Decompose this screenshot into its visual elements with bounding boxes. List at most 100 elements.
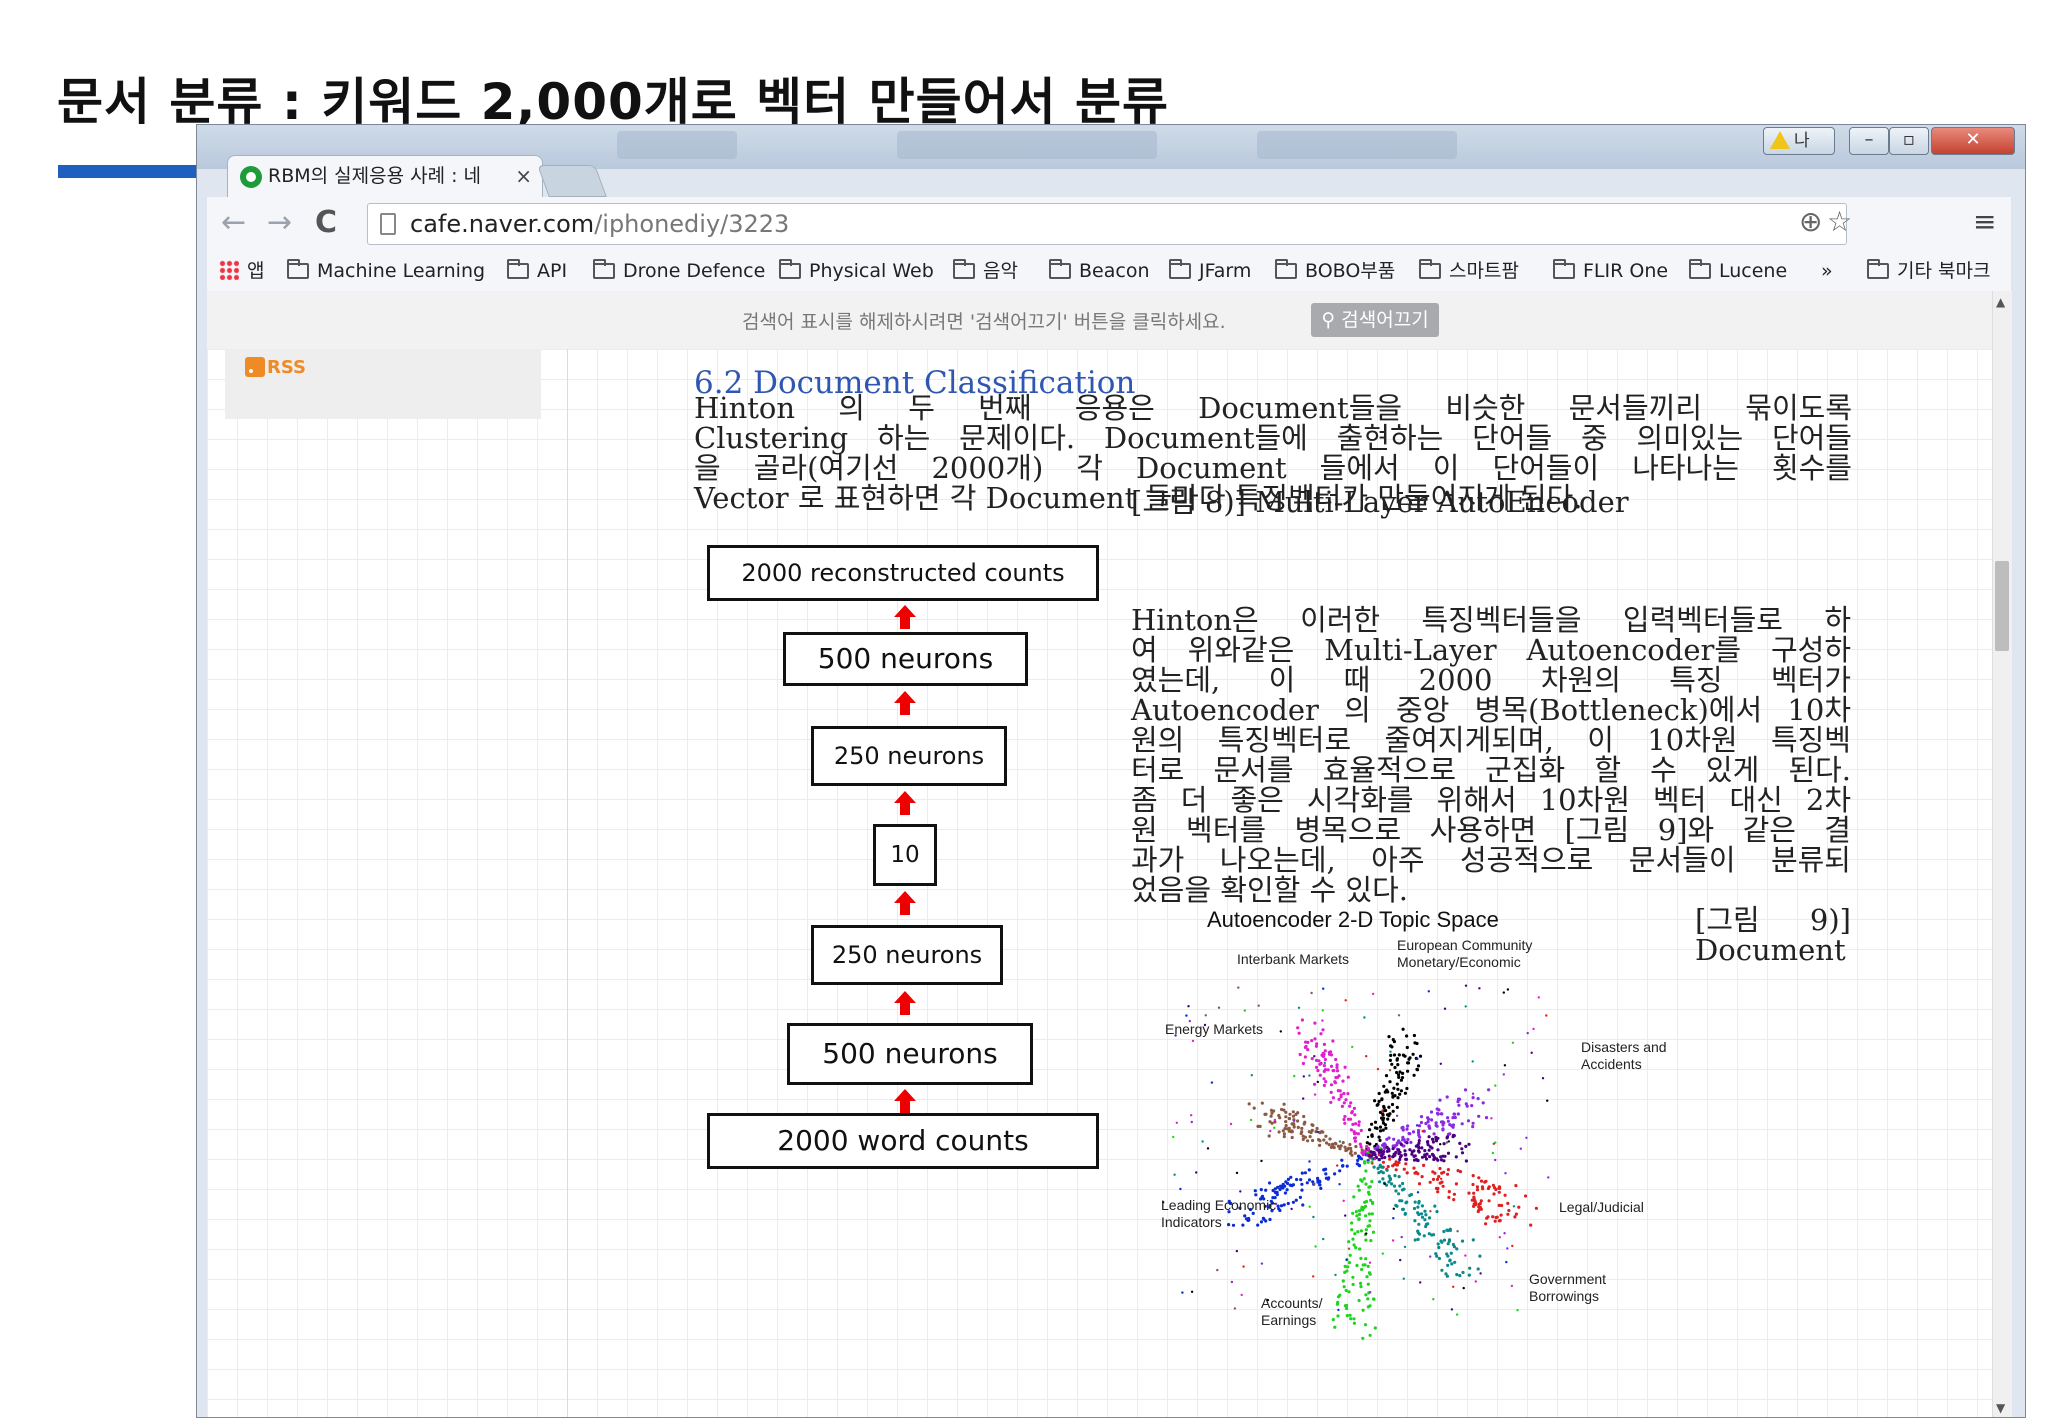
reload-icon[interactable]: C bbox=[315, 205, 337, 240]
bookmark-item[interactable]: JFarm bbox=[1169, 257, 1251, 285]
scatter-point bbox=[1303, 1045, 1307, 1049]
scatter-point bbox=[1403, 1245, 1407, 1249]
back-arrow-icon[interactable]: ← bbox=[221, 205, 246, 240]
search-off-button[interactable]: ⚲ 검색어끄기 bbox=[1311, 303, 1439, 337]
scatter-point bbox=[1420, 1175, 1424, 1179]
scatter-point bbox=[1468, 1266, 1472, 1270]
bookmark-item[interactable]: Beacon bbox=[1049, 257, 1149, 285]
bookmark-item[interactable]: Lucene bbox=[1689, 257, 1787, 285]
scatter-point bbox=[1504, 1172, 1507, 1175]
bookmarks-bar: 앱 Machine Learning API Drone Defence Phy… bbox=[207, 251, 2011, 292]
scatter-point bbox=[1439, 1177, 1443, 1180]
scatter-point bbox=[1447, 1195, 1451, 1199]
scatter-point bbox=[1423, 1149, 1427, 1153]
scatter-point bbox=[1319, 1186, 1323, 1190]
scatter-point bbox=[1362, 1177, 1366, 1181]
scatter-point bbox=[1359, 1281, 1363, 1285]
scroll-up-icon[interactable]: ▲ bbox=[1996, 295, 2005, 309]
scatter-point bbox=[1264, 1112, 1268, 1116]
maximize-button[interactable]: ▫ bbox=[1889, 127, 1929, 155]
close-window-button[interactable]: ✕ bbox=[1931, 127, 2015, 155]
text-line: Clustering 하는 문제이다. Document들에 출현하는 단어들 … bbox=[694, 421, 1852, 455]
scatter-point bbox=[1415, 1158, 1420, 1162]
bookmark-item[interactable]: Physical Web bbox=[779, 257, 934, 285]
apps-grid-icon bbox=[219, 260, 239, 280]
scatter-point bbox=[1365, 1275, 1369, 1279]
bookmark-item[interactable]: 스마트팜 bbox=[1419, 257, 1519, 285]
scatter-point bbox=[1273, 1126, 1276, 1129]
scatter-point bbox=[1393, 1144, 1397, 1148]
folder-icon bbox=[779, 259, 801, 279]
text-line: Hinton은 이러한 특징벡터들을 입력벡터들로 하 bbox=[1131, 603, 1851, 637]
scatter-point bbox=[1324, 1172, 1328, 1176]
scatter-point bbox=[1293, 1074, 1296, 1078]
scatter-point bbox=[1506, 988, 1510, 991]
scatter-point bbox=[1368, 1272, 1372, 1276]
scatter-point bbox=[1438, 1098, 1442, 1102]
chrome-menu-icon[interactable]: ≡ bbox=[1973, 205, 1996, 238]
bookmark-item[interactable]: FLIR One bbox=[1553, 257, 1668, 285]
scatter-point bbox=[1472, 1191, 1476, 1195]
scatter-point bbox=[1210, 1081, 1214, 1084]
scatter-point bbox=[1441, 1120, 1445, 1124]
scatter-point bbox=[1368, 1304, 1372, 1308]
bookmark-item[interactable]: Drone Defence bbox=[593, 257, 765, 285]
figure-8-caption: [그림 8)] Multi-Layer AutoEncoder bbox=[1131, 485, 1629, 519]
scroll-thumb[interactable] bbox=[1995, 561, 2009, 651]
new-tab-button[interactable] bbox=[537, 165, 607, 197]
profile-warning-button[interactable]: 나 bbox=[1763, 127, 1835, 155]
scatter-point bbox=[1412, 1154, 1416, 1158]
scatter-point bbox=[1491, 1215, 1495, 1219]
address-bar[interactable]: cafe.naver.com/iphonediy/3223 bbox=[367, 203, 1847, 245]
scatter-point bbox=[1471, 1096, 1475, 1100]
page-scrollbar[interactable]: ▲ ▼ bbox=[1992, 291, 2012, 1417]
scatter-point bbox=[1458, 1274, 1462, 1278]
scatter-point bbox=[1351, 1237, 1355, 1241]
scatter-point bbox=[1417, 1212, 1421, 1217]
bookmark-item[interactable]: 음악 bbox=[953, 257, 1018, 285]
scatter-point bbox=[1460, 1147, 1464, 1151]
scatter-point bbox=[1316, 1080, 1319, 1084]
scatter-point bbox=[1284, 1124, 1288, 1128]
bookmark-item[interactable]: BOBO부품 bbox=[1275, 257, 1395, 285]
scatter-point bbox=[1391, 1239, 1395, 1242]
text-line: 과가 나오는데, 아주 성공적으로 문서들이 분류되 bbox=[1131, 843, 1851, 877]
scatter-point bbox=[1302, 1122, 1306, 1126]
scatter-point bbox=[1431, 1153, 1435, 1157]
scatter-point bbox=[1396, 1073, 1401, 1077]
scatter-point bbox=[1452, 1134, 1456, 1138]
scatter-point bbox=[1357, 1120, 1361, 1124]
scatter-point bbox=[1366, 1190, 1371, 1194]
bookmark-star-icon[interactable]: ☆ bbox=[1827, 205, 1852, 238]
scatter-point bbox=[1291, 1183, 1295, 1187]
bookmark-item[interactable]: API bbox=[507, 257, 567, 285]
url-path: /iphonediy/3223 bbox=[594, 210, 790, 238]
scatter-point bbox=[1429, 1255, 1432, 1258]
scatter-point bbox=[1427, 1148, 1431, 1152]
scatter-point bbox=[1445, 1135, 1450, 1139]
scatter-point bbox=[1446, 1263, 1450, 1267]
scatter-point bbox=[1335, 1065, 1339, 1070]
text-line: Document bbox=[1695, 933, 1846, 967]
other-bookmarks[interactable]: 기타 북마크 bbox=[1867, 257, 1990, 285]
scatter-point bbox=[1446, 1116, 1450, 1120]
bookmark-apps[interactable]: 앱 bbox=[219, 257, 264, 285]
browser-tab[interactable]: RBM의 실제응용 사례 : 네 × bbox=[227, 155, 543, 197]
scatter-point bbox=[1464, 1254, 1467, 1257]
scatter-point bbox=[1487, 1199, 1491, 1203]
scatter-point bbox=[1449, 1251, 1453, 1255]
minimize-button[interactable]: – bbox=[1849, 127, 1889, 155]
scatter-point bbox=[1279, 1204, 1284, 1208]
scroll-down-icon[interactable]: ▼ bbox=[1996, 1401, 2005, 1415]
scatter-point bbox=[1346, 1092, 1350, 1096]
tab-close-icon[interactable]: × bbox=[515, 156, 532, 196]
scatter-point bbox=[1351, 1275, 1355, 1279]
bookmarks-overflow-button[interactable]: » bbox=[1821, 257, 1833, 285]
scatter-point bbox=[1371, 1162, 1374, 1165]
zoom-icon[interactable]: ⊕ bbox=[1799, 205, 1822, 238]
bookmark-item[interactable]: Machine Learning bbox=[287, 257, 485, 285]
scatter-point bbox=[1479, 1179, 1484, 1183]
forward-arrow-icon[interactable]: → bbox=[267, 205, 292, 240]
rss-link[interactable]: RSS bbox=[245, 357, 306, 378]
scatter-point bbox=[1440, 1268, 1444, 1272]
